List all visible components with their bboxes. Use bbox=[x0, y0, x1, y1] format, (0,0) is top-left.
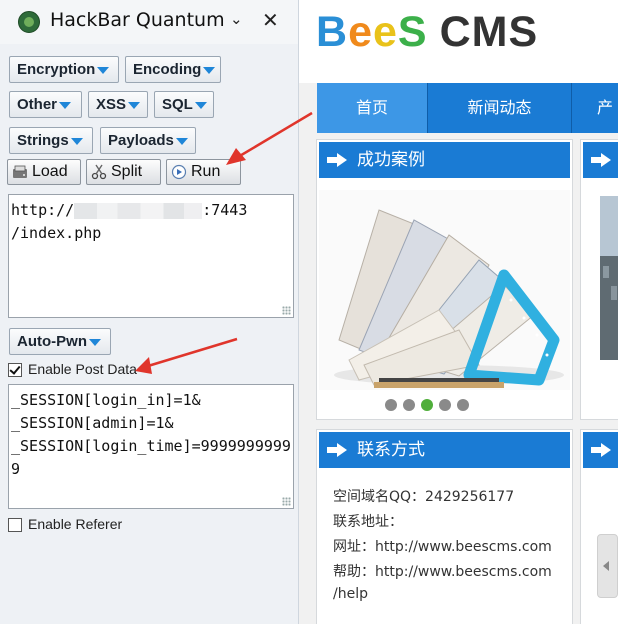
contact-qq: 空间域名QQ：2429256177 bbox=[333, 489, 515, 505]
menu-sql[interactable]: SQL bbox=[154, 91, 214, 118]
close-icon[interactable]: ✕ bbox=[262, 8, 279, 32]
menu-label: Other bbox=[17, 96, 58, 113]
chevron-down-icon bbox=[88, 338, 101, 346]
menu-payloads[interactable]: Payloads bbox=[100, 127, 196, 154]
menu-xss[interactable]: XSS bbox=[88, 91, 148, 118]
logo-cms-text: CMS bbox=[439, 8, 539, 56]
split-label: Split bbox=[111, 163, 143, 180]
menu-label: Encryption bbox=[17, 61, 96, 78]
chevron-down-icon bbox=[70, 137, 83, 145]
dropdown-caret-icon[interactable]: ⌄ bbox=[230, 10, 243, 28]
chevron-down-icon bbox=[59, 101, 72, 109]
menu-label: Payloads bbox=[108, 132, 174, 149]
run-button[interactable]: Run bbox=[166, 159, 241, 185]
menu-label: Encoding bbox=[133, 61, 202, 78]
right-box-top-header bbox=[583, 142, 618, 178]
post-data-value: _SESSION[login_in]=1& _SESSION[admin]=1&… bbox=[11, 391, 291, 478]
nav-products[interactable]: 产 bbox=[597, 83, 618, 133]
nav-divider bbox=[571, 83, 572, 133]
split-button[interactable]: Split bbox=[86, 159, 161, 185]
resize-grip-icon[interactable] bbox=[282, 306, 291, 315]
menu-label: Auto-Pwn bbox=[17, 333, 87, 350]
chevron-down-icon bbox=[128, 101, 141, 109]
success-cases-header: 成功案例 bbox=[319, 142, 570, 178]
contact-title: 联系方式 bbox=[357, 440, 425, 460]
menu-label: Strings bbox=[17, 132, 69, 149]
contact-address: 联系地址： bbox=[333, 514, 403, 530]
logo-letter: e bbox=[348, 8, 373, 56]
menu-label: SQL bbox=[162, 96, 193, 113]
site-nav: 首页 新闻动态 产 bbox=[317, 83, 618, 133]
chevron-down-icon bbox=[203, 66, 216, 74]
chevron-down-icon bbox=[194, 101, 207, 109]
load-label: Load bbox=[32, 163, 68, 180]
slider-dot[interactable] bbox=[403, 399, 415, 411]
post-data-textarea[interactable]: _SESSION[login_in]=1& _SESSION[admin]=1&… bbox=[8, 384, 294, 509]
beescms-logo[interactable]: BeeS CMS bbox=[316, 8, 538, 57]
enable-post-data-checkbox[interactable] bbox=[8, 363, 22, 377]
slider-dot-active[interactable] bbox=[421, 399, 433, 411]
contact-website[interactable]: 网址：http://www.beescms.com bbox=[333, 536, 552, 556]
right-box-bottom-header bbox=[583, 432, 618, 468]
run-label: Run bbox=[191, 163, 221, 180]
url-prefix: http:// bbox=[11, 201, 75, 219]
url-path: /index.php bbox=[11, 224, 102, 242]
menu-other[interactable]: Other bbox=[9, 91, 82, 118]
contact-header: 联系方式 bbox=[319, 432, 570, 468]
success-cases-title: 成功案例 bbox=[357, 150, 425, 170]
nav-home[interactable]: 首页 bbox=[317, 83, 427, 133]
enable-post-data-label: Enable Post Data bbox=[28, 361, 137, 377]
hackbar-title: HackBar Quantum bbox=[50, 9, 225, 31]
enable-referer-label: Enable Referer bbox=[28, 516, 123, 532]
website-area: BeeS CMS 首页 新闻动态 产 成功案例 联系方式 空间域名QQ：2429… bbox=[299, 0, 618, 624]
magazine-rack-image[interactable] bbox=[319, 190, 570, 390]
load-icon bbox=[13, 165, 27, 178]
arrow-right-icon bbox=[591, 153, 611, 167]
redacted-host bbox=[74, 202, 203, 219]
hackbar-titlebar: HackBar Quantum ⌄ ✕ bbox=[0, 0, 298, 44]
menu-label: XSS bbox=[96, 96, 127, 113]
url-textarea[interactable]: http:// :7443 /index.php bbox=[8, 194, 294, 318]
menu-encryption[interactable]: Encryption bbox=[9, 56, 119, 83]
load-button[interactable]: Load bbox=[7, 159, 81, 185]
hackbar-logo-icon bbox=[18, 11, 40, 33]
contact-help[interactable]: 帮助：http://www.beescms.com bbox=[333, 561, 552, 581]
logo-letter: S bbox=[397, 8, 428, 56]
play-icon bbox=[171, 164, 187, 180]
success-cases-box: 成功案例 bbox=[316, 139, 573, 420]
url-port: :7443 bbox=[202, 201, 248, 219]
enable-referer-checkbox[interactable] bbox=[8, 518, 22, 532]
right-box-top bbox=[580, 139, 618, 420]
scissors-icon bbox=[91, 164, 107, 180]
contact-help-path[interactable]: /help bbox=[333, 586, 368, 602]
logo-letter: e bbox=[372, 8, 398, 56]
chevron-down-icon bbox=[175, 137, 188, 145]
city-photo-image[interactable] bbox=[600, 196, 618, 360]
slider-dot[interactable] bbox=[457, 399, 469, 411]
slider-dot[interactable] bbox=[385, 399, 397, 411]
logo-letter: B bbox=[316, 8, 349, 56]
nav-news[interactable]: 新闻动态 bbox=[428, 83, 571, 133]
hackbar-panel: HackBar Quantum ⌄ ✕ Encryption Encoding … bbox=[0, 0, 299, 624]
arrow-right-icon bbox=[327, 153, 347, 167]
site-header: BeeS CMS bbox=[299, 0, 618, 83]
scroll-left-arrow-icon[interactable] bbox=[597, 534, 618, 598]
arrow-right-icon bbox=[327, 443, 347, 457]
arrow-right-icon bbox=[591, 443, 611, 457]
slider-dot[interactable] bbox=[439, 399, 451, 411]
chevron-down-icon bbox=[97, 66, 110, 74]
menu-auto-pwn[interactable]: Auto-Pwn bbox=[9, 328, 111, 355]
menu-strings[interactable]: Strings bbox=[9, 127, 93, 154]
resize-grip-icon[interactable] bbox=[282, 497, 291, 506]
menu-encoding[interactable]: Encoding bbox=[125, 56, 221, 83]
